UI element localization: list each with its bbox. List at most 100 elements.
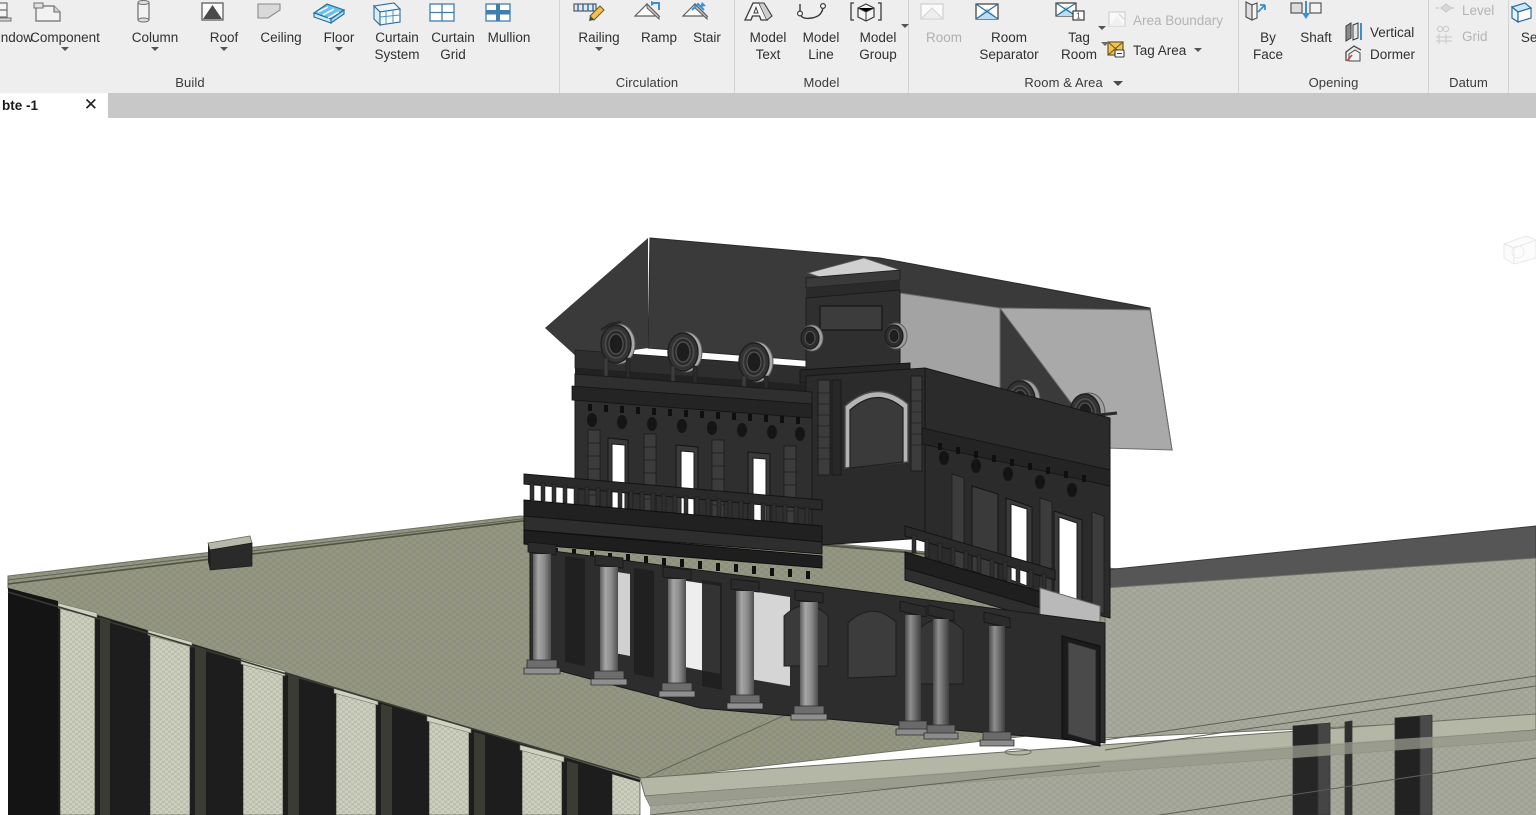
panel-title-model: Model bbox=[803, 75, 840, 90]
ribbon-button-room-separator[interactable]: Room Separator bbox=[969, 0, 1049, 72]
ribbon-button-label: Tag Area bbox=[1133, 42, 1187, 58]
tag-room-icon: 1 bbox=[1051, 0, 1107, 28]
ribbon-button-tag-room[interactable]: 1 Tag Room bbox=[1051, 0, 1107, 72]
chevron-down-icon[interactable] bbox=[901, 24, 909, 28]
panel-title-build: Build bbox=[175, 75, 205, 90]
ribbon-button-dormer[interactable]: Dormer bbox=[1343, 40, 1415, 68]
ribbon-button-label: Ceiling bbox=[260, 30, 302, 45]
stair-icon bbox=[678, 0, 736, 28]
shaft-icon bbox=[1287, 0, 1345, 28]
grid-icon bbox=[1435, 25, 1457, 47]
curtain-system-icon bbox=[368, 0, 426, 28]
column-icon bbox=[126, 0, 184, 28]
ribbon-button-level[interactable]: Level bbox=[1435, 0, 1494, 24]
ribbon-button-label: Model Group bbox=[859, 30, 897, 62]
ribbon-button-model-text[interactable]: Model Text bbox=[739, 0, 797, 72]
ribbon-button-label: Railing bbox=[578, 30, 620, 45]
ribbon-button-mullion[interactable]: Mullion bbox=[480, 0, 538, 72]
panel-title-room-area: Room & Area bbox=[909, 75, 1238, 90]
ribbon-button-label: Model Line bbox=[802, 30, 840, 62]
ribbon-button-label: Stair bbox=[693, 30, 721, 45]
dormer-icon bbox=[1343, 43, 1365, 65]
view-tab-strip: bte -1 ✕ bbox=[0, 93, 1536, 118]
chevron-down-icon[interactable] bbox=[595, 47, 603, 51]
ribbon-button-area-boundary[interactable]: Area Boundary bbox=[1106, 6, 1223, 34]
model-text-icon bbox=[739, 0, 797, 28]
ribbon-button-tag-area[interactable]: Tag Area bbox=[1106, 36, 1203, 64]
ribbon-panel-build: Window Component bbox=[0, 0, 560, 93]
area-boundary-icon bbox=[1106, 9, 1128, 31]
3d-model-viewport[interactable] bbox=[0, 118, 1536, 815]
tag-area-icon bbox=[1106, 39, 1128, 61]
component-icon bbox=[28, 0, 102, 28]
svg-text:1: 1 bbox=[1076, 12, 1081, 21]
tag-area-split-caret-icon[interactable] bbox=[1101, 42, 1109, 46]
ribbon-button-shaft[interactable]: Shaft bbox=[1287, 0, 1345, 72]
level-icon bbox=[1435, 0, 1457, 21]
chevron-down-icon[interactable] bbox=[61, 47, 69, 51]
ribbon-button-stair[interactable]: Stair bbox=[678, 0, 736, 72]
room-separator-icon bbox=[969, 0, 1049, 28]
ribbon-button-label: Roof bbox=[209, 30, 239, 45]
ribbon-button-label: Tag Room bbox=[1060, 30, 1097, 62]
ribbon-button-ceiling[interactable]: Ceiling bbox=[252, 0, 310, 72]
ribbon-button-model-line[interactable]: Model Line bbox=[792, 0, 850, 72]
ribbon-button-roof[interactable]: Roof bbox=[195, 0, 253, 72]
revit-application-window: Window Component bbox=[0, 0, 1536, 815]
floor-icon bbox=[310, 0, 368, 28]
view-tab-active[interactable]: bte -1 ✕ bbox=[0, 93, 108, 118]
ribbon-button-grid[interactable]: Grid bbox=[1435, 22, 1488, 50]
ribbon-button-label: Shaft bbox=[1300, 30, 1332, 45]
chevron-down-icon[interactable] bbox=[1098, 26, 1106, 30]
ribbon-button-model-group[interactable]: Model Group bbox=[845, 0, 911, 72]
ribbon-panel-room-area: Room Room Separator 1 Tag Room Area Boun… bbox=[909, 0, 1239, 93]
ribbon-button-label: Mullion bbox=[487, 30, 531, 45]
view-tab-label: bte -1 bbox=[2, 98, 39, 113]
ribbon-button-label: Component bbox=[30, 30, 100, 45]
ribbon-button-label: Model Text bbox=[749, 30, 787, 62]
ribbon-button-label: Level bbox=[1462, 2, 1495, 18]
ribbon-button-label: Curtain System bbox=[374, 30, 420, 62]
ribbon-panel-opening: By Face Shaft Vertical Dormer Opening bbox=[1239, 0, 1429, 93]
set-workplane-icon bbox=[1509, 0, 1536, 28]
ribbon-panel-datum: Level Grid Datum bbox=[1429, 0, 1509, 93]
ribbon-button-curtain-grid[interactable]: Curtain Grid bbox=[424, 0, 482, 72]
mullion-icon bbox=[480, 0, 538, 28]
roof-icon bbox=[195, 0, 253, 28]
ribbon-button-room[interactable]: Room bbox=[915, 0, 973, 72]
close-icon[interactable]: ✕ bbox=[84, 95, 98, 116]
panel-title-circulation: Circulation bbox=[615, 75, 679, 90]
model-line-icon bbox=[792, 0, 850, 28]
ribbon-button-floor[interactable]: Floor bbox=[310, 0, 368, 72]
ribbon-button-label: Curtain Grid bbox=[431, 30, 475, 62]
ribbon-button-railing[interactable]: Railing bbox=[570, 0, 628, 72]
panel-title-datum: Datum bbox=[1449, 75, 1488, 90]
ribbon-button-column[interactable]: Column bbox=[126, 0, 184, 72]
panel-expand-chevron-icon[interactable] bbox=[1112, 81, 1123, 87]
ribbon-button-label: Room bbox=[925, 30, 962, 45]
ribbon-toolbar: Window Component bbox=[0, 0, 1536, 94]
ribbon-button-label: Dormer bbox=[1370, 46, 1416, 62]
railing-icon bbox=[570, 0, 628, 28]
ribbon-button-set-workplane[interactable]: Set bbox=[1509, 0, 1536, 72]
panel-title-opening: Opening bbox=[1308, 75, 1359, 90]
ribbon-panel-circulation: Railing Ramp Stair Circulation bbox=[560, 0, 735, 93]
ribbon-button-label: Vertical bbox=[1370, 24, 1415, 40]
ribbon-button-label: Room Separator bbox=[979, 30, 1039, 62]
ribbon-button-curtain-system[interactable]: Curtain System bbox=[368, 0, 426, 72]
ribbon-button-label: Grid bbox=[1462, 28, 1488, 44]
panel-title-text: Room & Area bbox=[1024, 75, 1103, 90]
ceiling-icon bbox=[252, 0, 310, 28]
chevron-down-icon[interactable] bbox=[335, 47, 343, 51]
ribbon-panel-work-plane: Set bbox=[1509, 0, 1536, 93]
ribbon-button-label: Column bbox=[131, 30, 179, 45]
ribbon-button-component[interactable]: Component bbox=[28, 0, 102, 72]
ribbon-panel-model: Model Text Model Line Model Group Model bbox=[735, 0, 909, 93]
chevron-down-icon[interactable] bbox=[151, 47, 159, 51]
chevron-down-icon[interactable] bbox=[220, 47, 228, 51]
room-icon bbox=[915, 0, 973, 28]
chevron-down-icon[interactable] bbox=[1194, 48, 1203, 52]
ribbon-button-label: Area Boundary bbox=[1133, 12, 1224, 28]
curtain-grid-icon bbox=[424, 0, 482, 28]
ribbon-button-label: Floor bbox=[323, 30, 355, 45]
